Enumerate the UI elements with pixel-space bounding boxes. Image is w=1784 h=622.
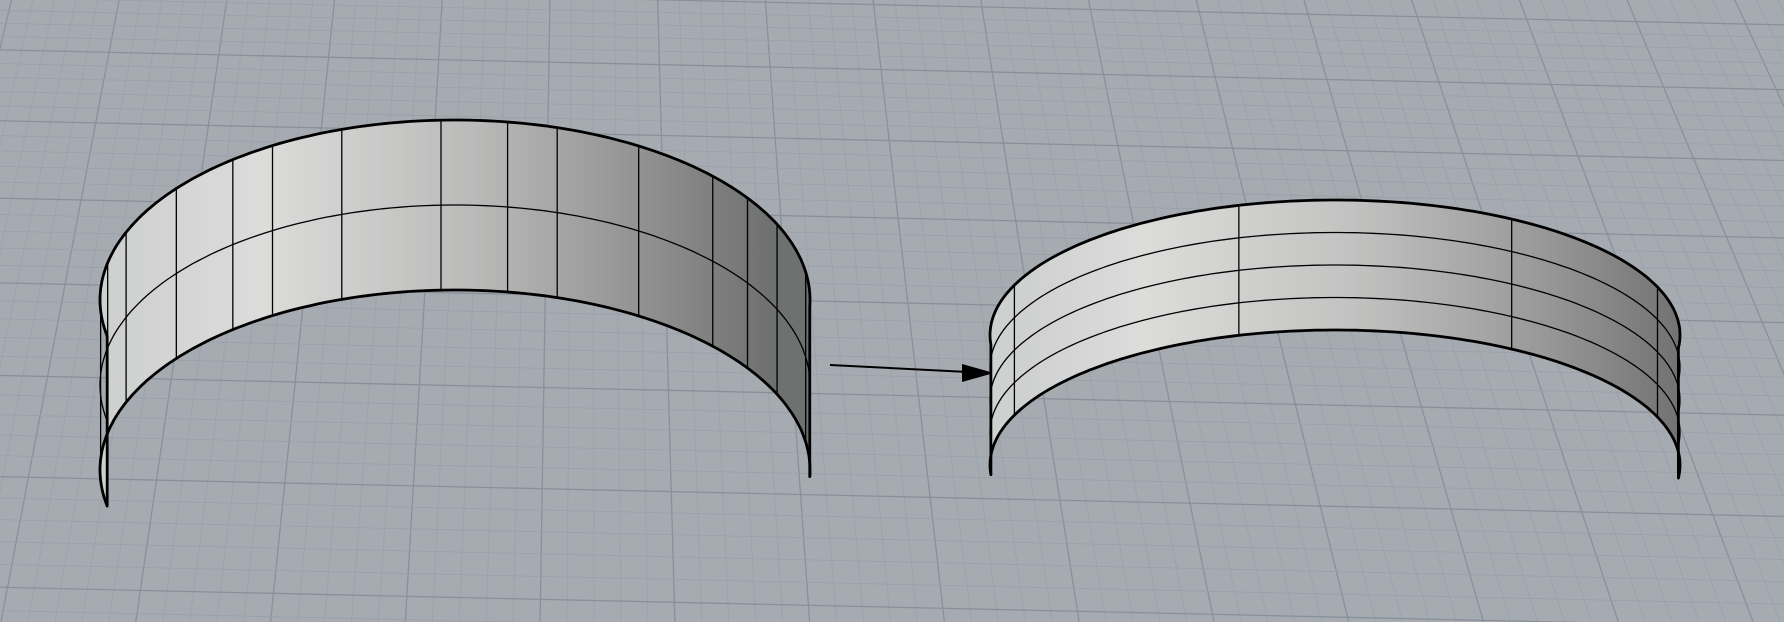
grid-line <box>1755 0 1784 60</box>
result-surface[interactable] <box>988 198 1682 480</box>
grid-line <box>512 0 529 622</box>
grid-line <box>894 0 972 622</box>
grid-line <box>0 355 1784 397</box>
grid-line <box>1669 0 1784 262</box>
surface-face <box>100 120 810 506</box>
grid-line <box>0 455 1784 496</box>
transform-arrow <box>829 364 994 382</box>
arrow-shaft <box>829 364 969 373</box>
grid-line <box>0 0 34 149</box>
grid-line <box>1712 0 1784 157</box>
grid-line <box>915 0 999 622</box>
grid-line <box>0 519 1784 560</box>
grid-line <box>566 0 572 622</box>
grid-line <box>0 394 1784 436</box>
grid-line <box>829 0 891 622</box>
grid-line <box>0 497 1784 539</box>
grid-line <box>0 434 1784 476</box>
grid-line <box>1691 0 1784 209</box>
grid-line <box>0 563 1784 605</box>
grid-line <box>0 0 55 254</box>
perspective-viewport[interactable] <box>0 0 1784 622</box>
grid-line <box>851 0 918 622</box>
grid-line <box>808 0 864 622</box>
grid-line <box>0 414 1784 456</box>
grid-line <box>1777 0 1784 14</box>
grid-line <box>539 0 551 622</box>
grid-line <box>0 0 13 52</box>
grid-line <box>297 0 357 622</box>
grid-line <box>324 0 378 622</box>
grid-line <box>0 9 1784 51</box>
grid-line <box>0 541 1784 583</box>
source-surface[interactable] <box>98 118 812 508</box>
grid-line <box>0 22 1784 64</box>
grid-line <box>0 610 529 622</box>
grid-line <box>872 0 946 622</box>
surface-face <box>990 200 1680 478</box>
grid-line <box>485 0 508 622</box>
grid-line <box>592 0 595 622</box>
viewport-canvas[interactable] <box>0 0 1784 622</box>
grid-line <box>1734 0 1784 108</box>
grid-line <box>0 475 1784 518</box>
